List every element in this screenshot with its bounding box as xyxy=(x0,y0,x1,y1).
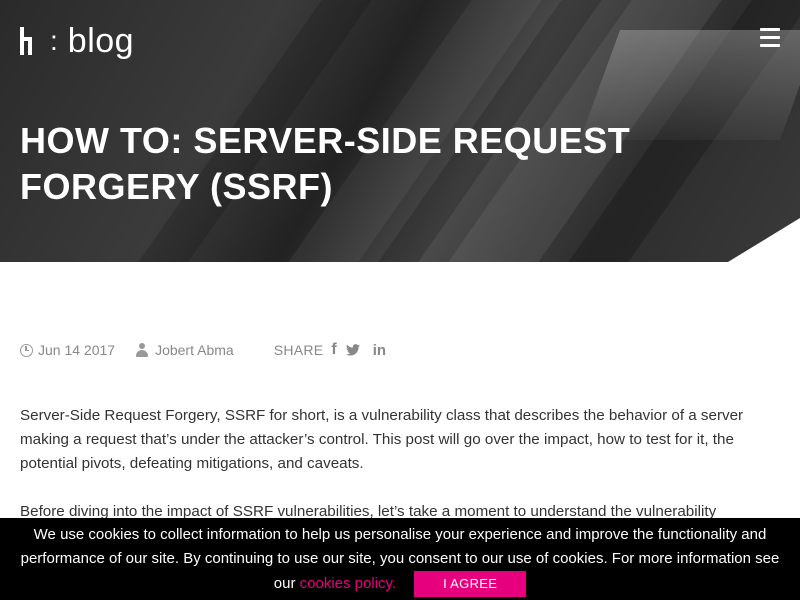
linkedin-icon[interactable]: in xyxy=(373,342,386,359)
site-logo[interactable]: : blog xyxy=(20,20,134,62)
clock-icon xyxy=(20,343,33,357)
hero-banner: : blog HOW TO: SERVER-SIDE REQUEST FORGE… xyxy=(0,0,800,262)
post-date-text: Jun 14 2017 xyxy=(38,342,116,358)
hero-corner-cut xyxy=(728,218,800,262)
post-author-text: Jobert Abma xyxy=(155,342,234,358)
agree-button[interactable]: I AGREE xyxy=(414,571,527,597)
user-icon xyxy=(136,343,149,357)
post-date: Jun 14 2017 xyxy=(20,342,136,358)
paragraph: Server-Side Request Forgery, SSRF for sh… xyxy=(20,407,744,472)
logo-text: blog xyxy=(67,21,135,60)
post-meta: Jun 14 2017 Jobert Abma SHARE f in xyxy=(20,340,395,360)
hackerone-logo-icon xyxy=(20,25,42,57)
post-author: Jobert Abma xyxy=(136,342,274,358)
cookie-banner: We use cookies to collect information to… xyxy=(0,518,800,600)
share-bar: SHARE f in xyxy=(274,341,395,359)
hamburger-menu-icon[interactable] xyxy=(760,28,780,48)
page-title: HOW TO: SERVER-SIDE REQUEST FORGERY (SSR… xyxy=(20,120,631,207)
share-label: SHARE xyxy=(273,342,324,358)
cookies-policy-link[interactable]: cookies policy. xyxy=(300,575,396,592)
twitter-icon[interactable] xyxy=(345,344,360,356)
logo-colon: : xyxy=(50,25,58,56)
facebook-icon[interactable]: f xyxy=(331,341,336,359)
cookie-text: We use cookies to collect information to… xyxy=(20,526,780,592)
